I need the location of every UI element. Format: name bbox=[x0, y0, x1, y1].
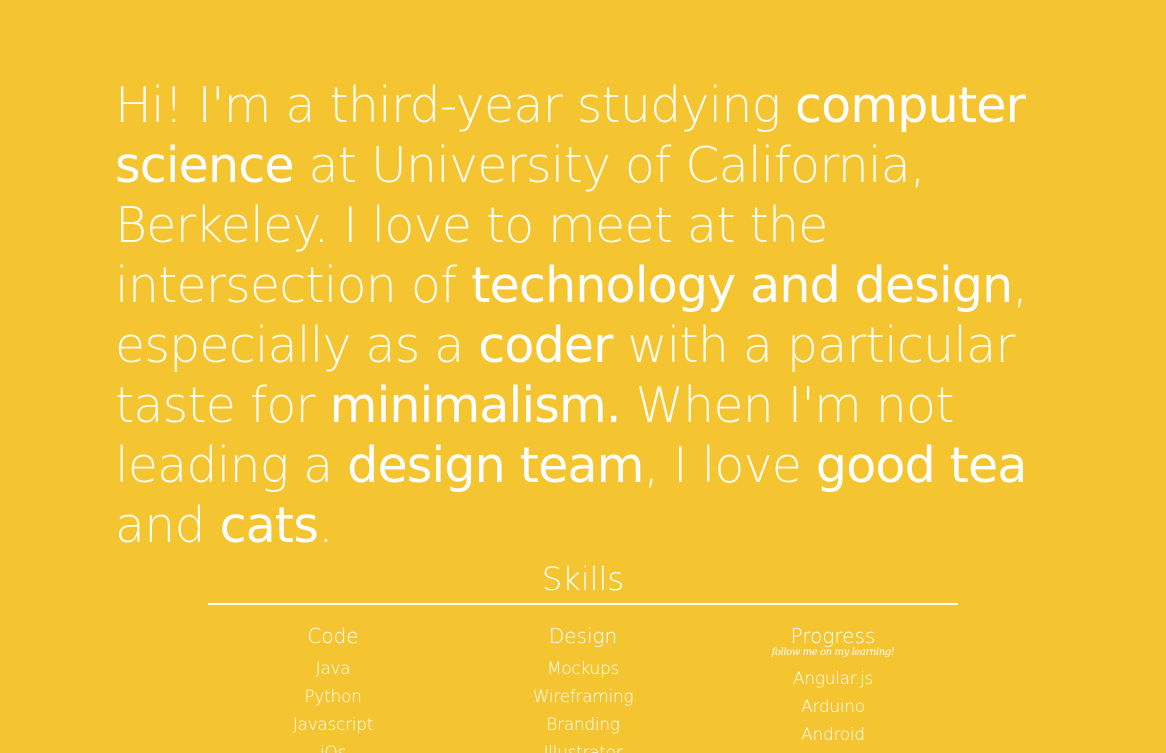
progress-subtitle: follow me on my learning! bbox=[771, 647, 895, 658]
skills-section: Skills Code Java Python Javascript iOs D… bbox=[208, 557, 958, 753]
skills-divider bbox=[208, 603, 958, 605]
intro-text-6: , I love bbox=[643, 437, 816, 494]
list-item: Python bbox=[304, 687, 362, 707]
column-title-code: Code bbox=[307, 624, 359, 648]
intro-paragraph: Hi! I'm a third-year studying computer s… bbox=[115, 76, 1060, 556]
intro-text-7: and bbox=[115, 497, 220, 554]
column-title-progress: Progress bbox=[790, 624, 876, 648]
list-item: Arduino bbox=[801, 697, 865, 717]
intro-text-8: . bbox=[318, 497, 334, 554]
skills-column-code: Code Java Python Javascript iOs bbox=[208, 623, 458, 753]
highlight-coder: coder bbox=[478, 317, 613, 374]
list-item: Wireframing bbox=[532, 687, 634, 707]
skills-column-design: Design Mockups Wireframing Branding Illu… bbox=[458, 623, 708, 753]
list-item: Illustrator bbox=[543, 743, 623, 753]
list-item: Android bbox=[801, 725, 865, 745]
column-title-design: Design bbox=[548, 624, 618, 648]
list-item: Branding bbox=[546, 715, 620, 735]
list-item: Angular.js bbox=[793, 669, 873, 689]
design-skills-list: Mockups Wireframing Branding Illustrator bbox=[458, 655, 708, 753]
highlight-good-tea: good tea bbox=[815, 437, 1028, 494]
skills-column-progress: Progress follow me on my learning! Angul… bbox=[708, 623, 958, 749]
list-item: iOs bbox=[319, 743, 347, 753]
highlight-minimalism: minimalism. bbox=[329, 377, 622, 434]
highlight-design-team: design team bbox=[347, 437, 644, 494]
list-item: Javascript bbox=[292, 715, 374, 735]
list-item: Java bbox=[315, 659, 351, 679]
progress-skills-list: Angular.js Arduino Android bbox=[708, 665, 958, 749]
skills-title: Skills bbox=[541, 560, 625, 598]
highlight-technology-and-design: technology and design bbox=[471, 257, 1013, 314]
list-item: Mockups bbox=[546, 659, 620, 679]
highlight-cats: cats bbox=[219, 497, 319, 554]
code-skills-list: Java Python Javascript iOs bbox=[208, 655, 458, 753]
intro-text-1: Hi! I'm a third-year studying bbox=[115, 77, 796, 134]
